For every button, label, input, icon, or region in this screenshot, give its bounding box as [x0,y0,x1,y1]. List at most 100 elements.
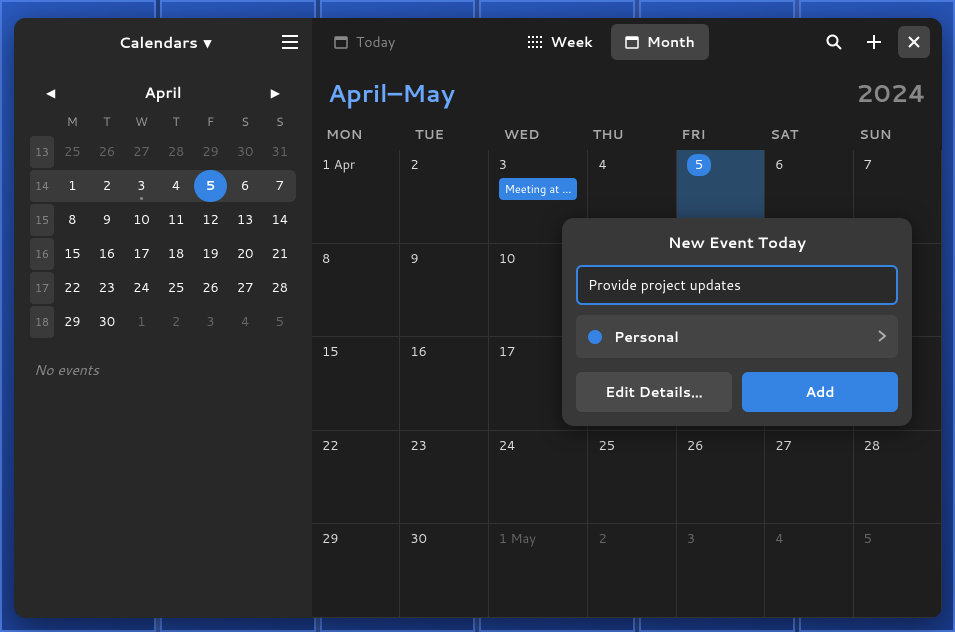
mini-cal-day[interactable]: 9 [91,204,124,236]
mini-cal-day[interactable]: 12 [194,204,227,236]
new-event-popover: New Event Today Personal Edit Details… A… [562,218,912,426]
mini-cal-day[interactable]: 19 [194,238,227,270]
day-cell[interactable]: 25 [588,431,676,525]
day-cell[interactable]: 9 [400,244,488,338]
day-cell[interactable]: 1 Apr [312,150,400,244]
week-label: Week [550,32,592,52]
day-cell[interactable]: 15 [312,337,400,431]
mini-cal-day[interactable]: 24 [125,272,158,304]
mini-cal-day[interactable]: 26 [91,136,124,168]
edit-details-button[interactable]: Edit Details… [576,372,732,412]
add-event-button[interactable] [858,26,890,58]
mini-cal-day[interactable]: 6 [229,170,262,202]
mini-cal-month-nav: ◀ April ▶ [14,66,312,113]
mini-cal-day[interactable]: 28 [160,136,193,168]
day-cell[interactable]: 3 [677,524,765,618]
mini-cal-day[interactable]: 8 [56,204,89,236]
header-actions [818,26,930,58]
mini-cal-day[interactable]: 13 [229,204,262,236]
week-view-button[interactable]: Week [514,24,606,60]
mini-cal-day[interactable]: 25 [160,272,193,304]
no-events-label: No events [14,340,312,400]
hamburger-menu-button[interactable] [282,29,298,55]
month-range-title: April–May [328,76,455,110]
chevron-right-icon [878,325,886,348]
day-cell[interactable]: 30 [400,524,488,618]
mini-cal-day[interactable]: 22 [56,272,89,304]
mini-cal-day[interactable]: 25 [56,136,89,168]
week-number: 16 [30,238,54,270]
month-view-button[interactable]: Month [611,24,709,60]
mini-cal-day[interactable]: 16 [91,238,124,270]
mini-cal-day[interactable]: 29 [194,136,227,168]
mini-cal-day[interactable]: 15 [56,238,89,270]
mini-cal-day[interactable]: 27 [229,272,262,304]
day-number: 22 [322,437,339,455]
day-cell[interactable]: 4 [765,524,853,618]
day-cell[interactable]: 24 [489,431,589,525]
day-headers: MONTUEWEDTHUFRISATSUN [312,120,942,150]
day-cell[interactable]: 22 [312,431,400,525]
day-cell[interactable]: 2 [400,150,488,244]
mini-cal-day[interactable]: 29 [56,306,89,338]
search-button[interactable] [818,26,850,58]
prev-month-button[interactable]: ◀ [38,80,63,105]
calendar-color-dot [588,330,602,344]
mini-cal-day[interactable]: 20 [229,238,262,270]
day-number: 10 [499,250,516,268]
day-cell[interactable]: 23 [400,431,488,525]
day-number: 7 [864,156,872,174]
day-number: 25 [598,437,615,455]
mini-cal-week-row: 1615161718192021 [30,238,296,270]
day-cell[interactable]: 16 [400,337,488,431]
add-button[interactable]: Add [742,372,898,412]
day-cell[interactable]: 27 [765,431,853,525]
mini-cal-week-row: 18293012345 [30,306,296,338]
day-header: FRI [671,120,760,150]
next-month-button[interactable]: ▶ [263,80,288,105]
mini-cal-day[interactable]: 1 [56,170,89,202]
calendar-select[interactable]: Personal [576,315,898,358]
mini-cal-day[interactable]: 10 [125,204,158,236]
day-cell[interactable]: 29 [312,524,400,618]
day-number: 5 [687,154,711,176]
day-cell[interactable]: 1 May [489,524,589,618]
mini-cal-day[interactable]: 1 [125,306,158,338]
mini-cal-day[interactable]: 21 [263,238,296,270]
mini-cal-day[interactable]: 4 [229,306,262,338]
event-title-input[interactable] [576,265,898,305]
day-cell[interactable]: 26 [677,431,765,525]
day-number: 9 [410,250,418,268]
day-cell[interactable]: 28 [854,431,942,525]
mini-cal-day[interactable]: 7 [263,170,296,202]
mini-cal-day[interactable]: 26 [194,272,227,304]
mini-cal-day[interactable]: 5 [194,170,227,202]
mini-cal-day[interactable]: 5 [263,306,296,338]
mini-cal-day[interactable]: 14 [263,204,296,236]
event-pill[interactable]: Meeting at … [499,178,578,200]
mini-cal-day[interactable]: 11 [160,204,193,236]
mini-cal-day[interactable]: 17 [125,238,158,270]
mini-cal-day[interactable]: 30 [229,136,262,168]
mini-cal-day[interactable]: 4 [160,170,193,202]
mini-cal-week-row: 15891011121314 [30,204,296,236]
day-cell[interactable]: 8 [312,244,400,338]
mini-cal-day[interactable]: 27 [125,136,158,168]
popover-buttons: Edit Details… Add [576,372,898,412]
mini-cal-day[interactable]: 3 [125,170,158,202]
day-header: WED [494,120,583,150]
today-button[interactable]: Today [324,26,405,58]
mini-cal-day[interactable]: 30 [91,306,124,338]
mini-cal-day[interactable]: 2 [91,170,124,202]
mini-cal-day[interactable]: 28 [263,272,296,304]
mini-cal-day[interactable]: 3 [194,306,227,338]
close-button[interactable] [898,26,930,58]
day-number: 26 [687,437,704,455]
day-cell[interactable]: 5 [854,524,942,618]
mini-cal-day[interactable]: 23 [91,272,124,304]
mini-cal-day[interactable]: 18 [160,238,193,270]
calendars-dropdown[interactable]: Calendars ▾ [119,32,212,53]
mini-cal-day[interactable]: 2 [160,306,193,338]
day-cell[interactable]: 2 [588,524,676,618]
mini-cal-day[interactable]: 31 [263,136,296,168]
